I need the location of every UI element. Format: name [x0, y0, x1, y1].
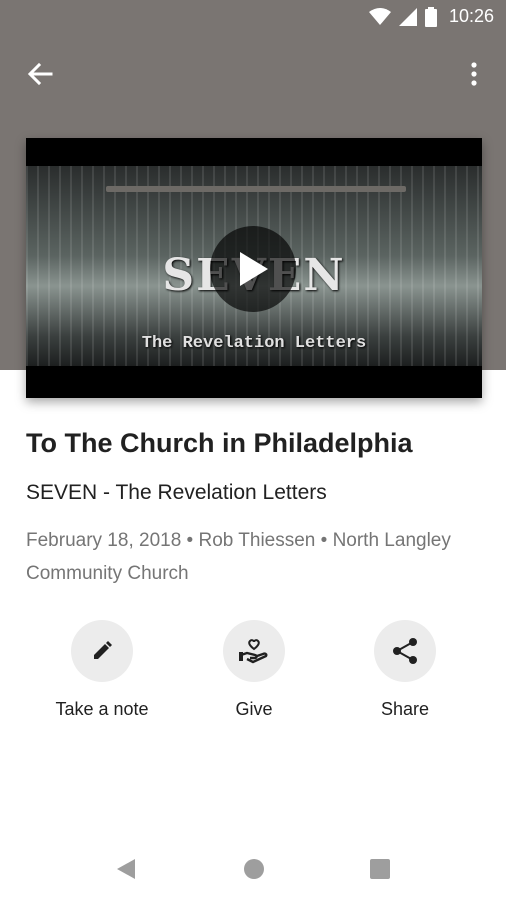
typewriter-bar	[106, 186, 406, 192]
video-player[interactable]: SEVEN The Revelation Letters	[26, 138, 482, 398]
sermon-title: To The Church in Philadelphia	[26, 428, 413, 458]
give-heart-hand-icon	[239, 639, 268, 664]
give-button[interactable]: Give	[184, 620, 324, 720]
arrow-left-icon	[27, 62, 53, 86]
share-icon	[393, 638, 417, 664]
video-subtitle-text: The Revelation Letters	[141, 334, 367, 353]
nav-back-icon	[117, 859, 135, 879]
give-circle[interactable]	[223, 620, 285, 682]
give-label: Give	[235, 699, 273, 719]
take-note-circle[interactable]	[71, 620, 133, 682]
play-icon	[240, 252, 268, 286]
back-button[interactable]	[20, 56, 60, 92]
nav-recents-icon	[370, 859, 390, 879]
pencil-icon	[94, 641, 112, 659]
sermon-meta: February 18, 2018 • Rob Thiessen • North…	[26, 530, 451, 584]
cell-signal-icon	[398, 7, 417, 26]
take-note-label: Take a note	[55, 699, 149, 719]
nav-recents-button[interactable]	[365, 854, 395, 884]
take-note-button[interactable]: Take a note	[32, 620, 172, 720]
nav-back-button[interactable]	[111, 854, 141, 884]
action-row: Take a note Give Share	[0, 620, 506, 730]
nav-home-button[interactable]	[239, 854, 269, 884]
nav-home-icon	[244, 859, 264, 879]
system-nav-bar	[0, 836, 506, 900]
more-vert-icon	[471, 62, 477, 86]
share-button[interactable]: Share	[335, 620, 475, 720]
share-label: Share	[380, 699, 430, 719]
app-bar	[0, 46, 506, 102]
share-circle[interactable]	[374, 620, 436, 682]
play-button[interactable]	[210, 226, 296, 312]
more-options-button[interactable]	[456, 56, 492, 92]
status-bar: 10:26	[0, 0, 506, 36]
sermon-series: SEVEN - The Revelation Letters	[26, 481, 327, 504]
battery-icon	[424, 6, 437, 27]
wifi-icon	[368, 7, 391, 25]
status-time: 10:26	[448, 6, 494, 26]
